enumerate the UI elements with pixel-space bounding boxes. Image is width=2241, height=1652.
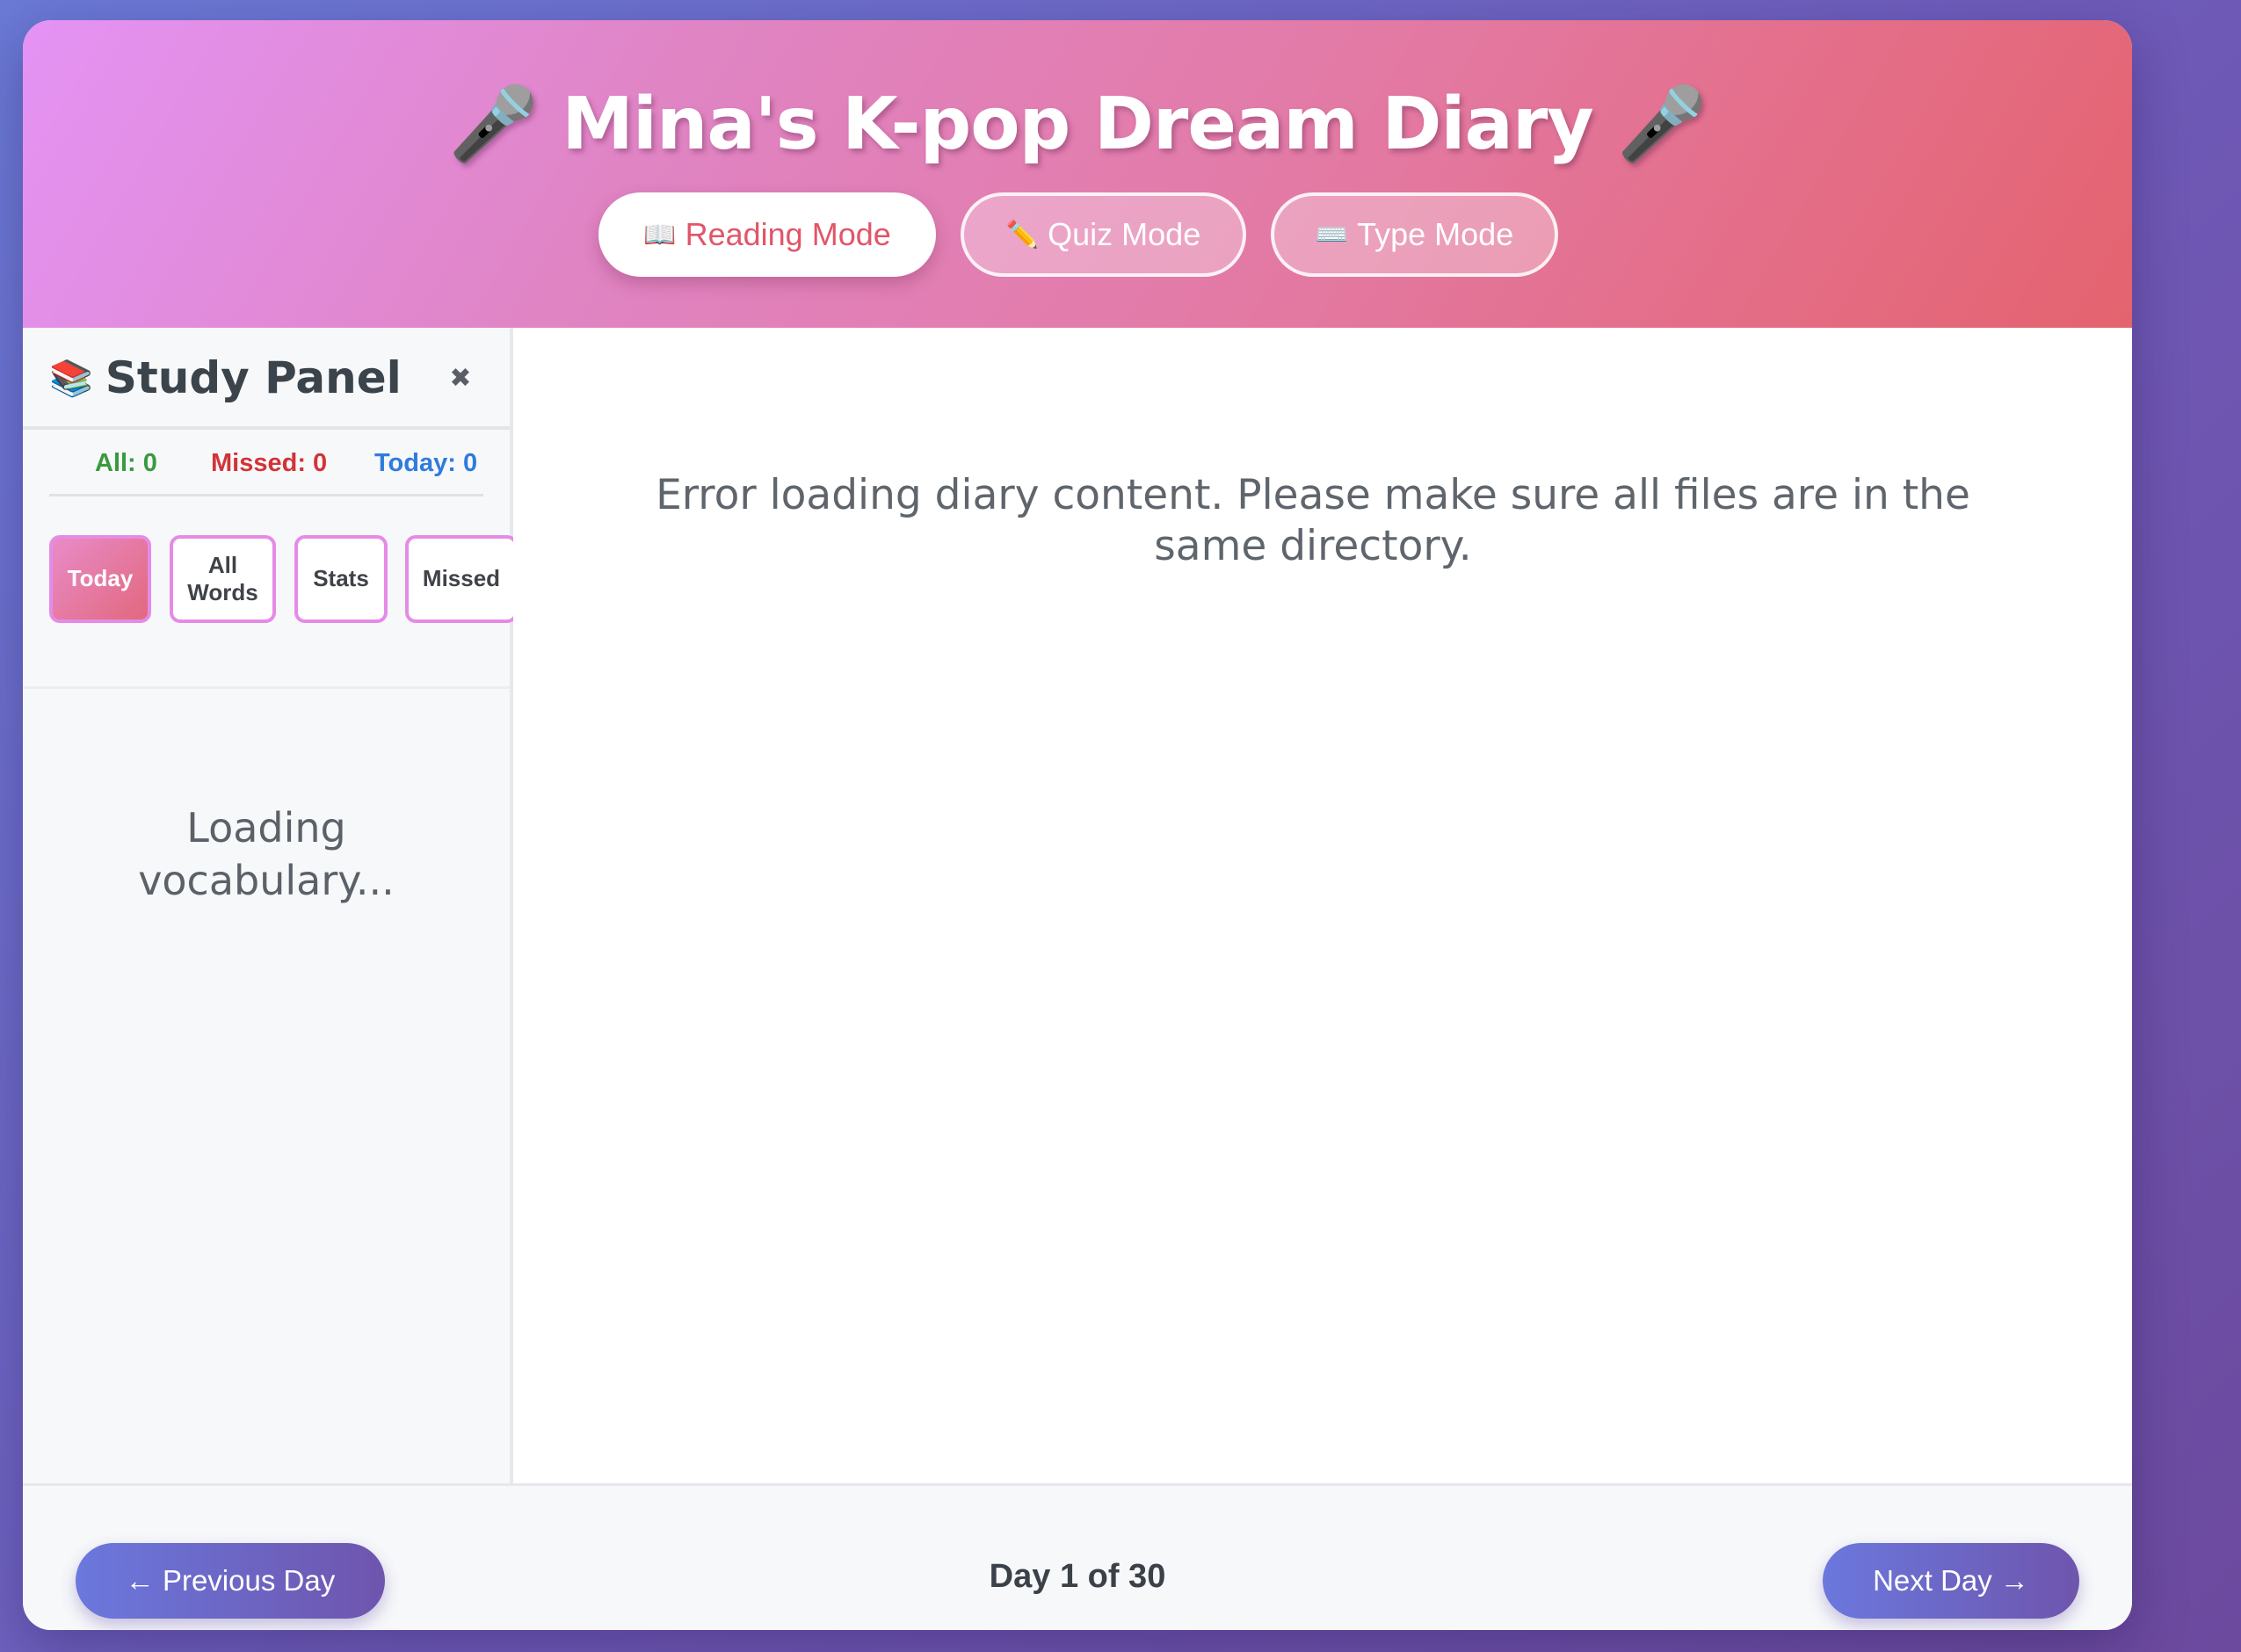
- microphone-icon: 🎤: [1617, 83, 1707, 166]
- filter-stats-button[interactable]: Stats: [294, 535, 388, 623]
- close-icon: ✖: [449, 363, 472, 394]
- quiz-mode-button[interactable]: ✏️ Quiz Mode: [961, 192, 1246, 277]
- count-today: Today: 0: [374, 449, 478, 477]
- type-mode-button[interactable]: ⌨️ Type Mode: [1271, 192, 1558, 277]
- divider: [23, 686, 510, 689]
- app-window: 🎤 Mina's K-pop Dream Diary 🎤 📖 Reading M…: [23, 20, 2132, 1630]
- type-mode-label: Type Mode: [1357, 216, 1514, 252]
- header: 🎤 Mina's K-pop Dream Diary 🎤 📖 Reading M…: [23, 20, 2132, 328]
- book-icon: 📖: [643, 220, 677, 250]
- diary-content: Error loading diary content. Please make…: [513, 328, 2132, 1483]
- study-panel-title: 📚 Study Panel: [49, 352, 402, 403]
- filter-today-button[interactable]: Today: [49, 535, 151, 623]
- day-indicator: Day 1 of 30: [989, 1558, 1166, 1595]
- quiz-mode-label: Quiz Mode: [1048, 216, 1201, 252]
- filter-all-words-button[interactable]: All Words: [170, 535, 276, 623]
- microphone-icon: 🎤: [448, 83, 539, 166]
- study-panel-title-text: Study Panel: [105, 352, 402, 403]
- count-missed: Missed: 0: [211, 449, 328, 477]
- study-panel-header: 📚 Study Panel ✖: [23, 328, 510, 430]
- day-navigation: ← Previous Day Day 1 of 30 Next Day →: [23, 1483, 2132, 1630]
- page-title: 🎤 Mina's K-pop Dream Diary 🎤: [23, 82, 2132, 168]
- keyboard-icon: ⌨️: [1315, 220, 1349, 250]
- filter-missed-button[interactable]: Missed: [405, 535, 518, 623]
- reading-mode-label: Reading Mode: [685, 216, 891, 252]
- count-all: All: 0: [95, 449, 157, 477]
- close-panel-button[interactable]: ✖: [443, 361, 478, 396]
- vocabulary-loading-text: Loading vocabulary...: [23, 802, 510, 908]
- study-panel: 📚 Study Panel ✖ All: 0 Missed: 0 Today: …: [23, 328, 518, 1483]
- next-day-button[interactable]: Next Day →: [1823, 1543, 2079, 1619]
- loading-text: Loading vocabulary...: [138, 804, 395, 904]
- word-counts: All: 0 Missed: 0 Today: 0: [49, 449, 483, 496]
- mode-switcher: 📖 Reading Mode ✏️ Quiz Mode ⌨️ Type Mode: [23, 192, 2132, 277]
- page-title-text: Mina's K-pop Dream Diary: [562, 83, 1593, 166]
- pencil-icon: ✏️: [1005, 220, 1040, 250]
- reading-mode-button[interactable]: 📖 Reading Mode: [598, 192, 936, 277]
- books-icon: 📚: [49, 358, 93, 399]
- error-message: Error loading diary content. Please make…: [656, 471, 1970, 571]
